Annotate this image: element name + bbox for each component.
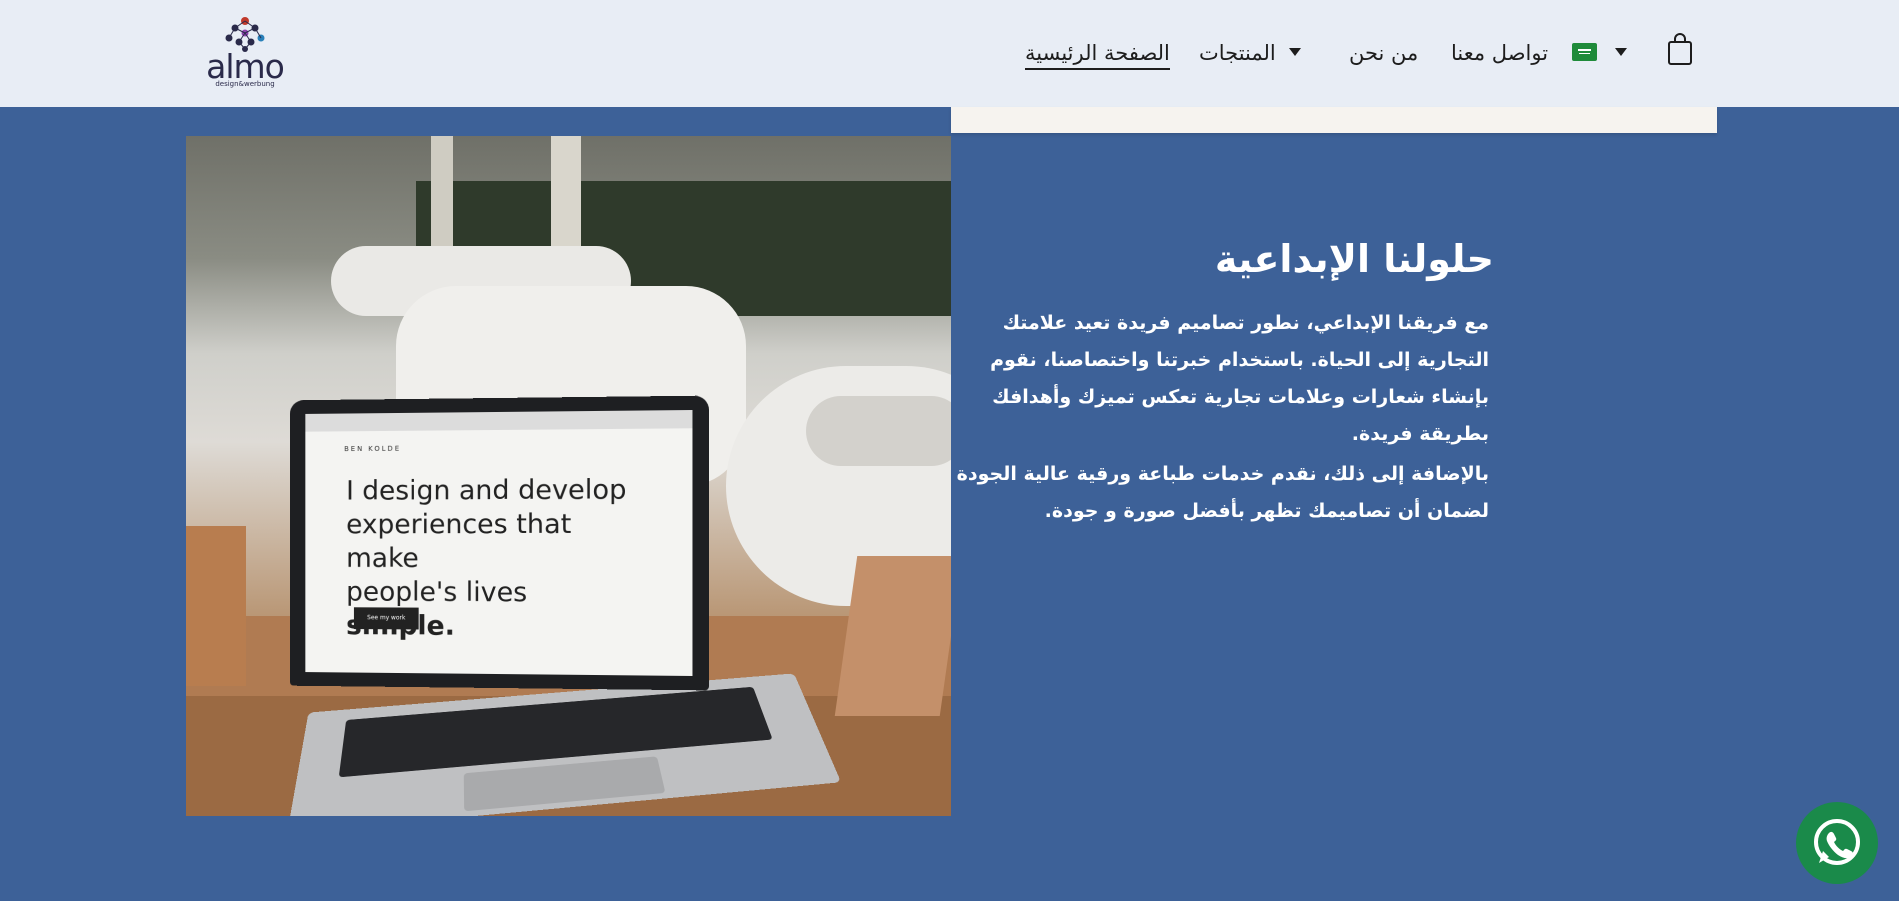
nav-home[interactable]: الصفحة الرئيسية <box>1025 38 1170 70</box>
nav-products[interactable]: المنتجات <box>1199 38 1276 68</box>
logo-tagline: design&werbung <box>203 80 287 88</box>
laptop-screen: BEN KOLDE I design and develop experienc… <box>290 396 709 691</box>
language-chevron-down-icon[interactable] <box>1615 48 1627 56</box>
site-header: almo design&werbung الصفحة الرئيسية المن… <box>0 0 1899 107</box>
saudi-flag-icon[interactable] <box>1572 43 1597 61</box>
whatsapp-icon[interactable] <box>1796 802 1878 884</box>
shopping-bag-icon[interactable] <box>1667 32 1693 66</box>
laptop-photo: BEN KOLDE I design and develop experienc… <box>186 136 951 816</box>
section-paragraph-2: بالإضافة إلى ذلك، نقدم خدمات طباعة ورقية… <box>949 456 1489 530</box>
photo-site-name: BEN KOLDE <box>344 445 401 453</box>
section-paragraph-1: مع فريقنا الإبداعي، نطور تصاميم فريدة تع… <box>949 305 1489 453</box>
photo-hero-button: See my work <box>354 607 419 629</box>
nav-contact[interactable]: تواصل معنا <box>1451 38 1548 68</box>
nav-about[interactable]: من نحن <box>1349 38 1418 68</box>
section-title: حلولنا الإبداعية <box>1215 234 1494 284</box>
almo-logo[interactable]: almo design&werbung <box>203 16 287 88</box>
logo-wordmark: almo <box>203 52 287 82</box>
products-chevron-down-icon[interactable] <box>1289 48 1301 56</box>
dropdown-panel-edge <box>951 107 1717 133</box>
